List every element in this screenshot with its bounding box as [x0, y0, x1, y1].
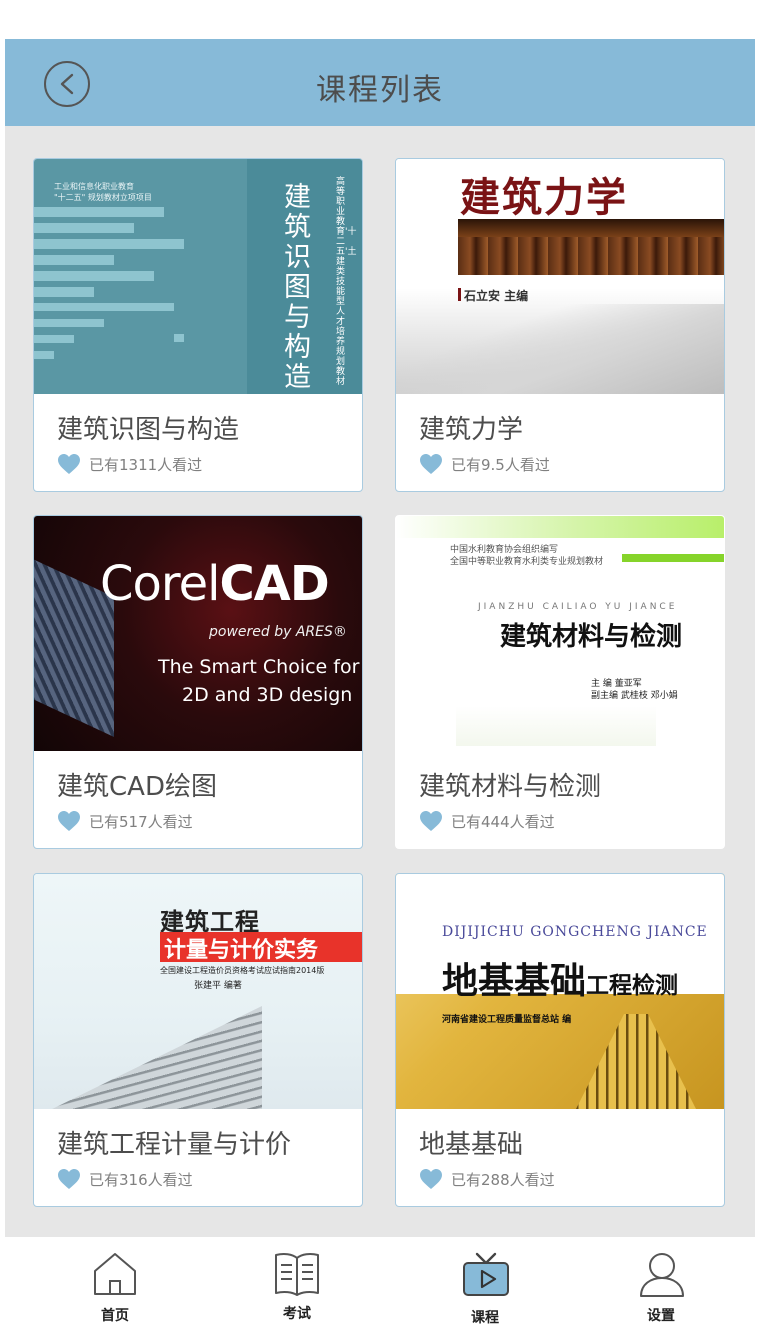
cover-photo — [458, 219, 724, 275]
book-cover-image: 中国水利教育协会组织编写 全国中等职业教育水利类专业规划教材 JIANZHU C… — [396, 516, 724, 751]
cover-title-2: 计量与计价实务 — [164, 938, 319, 963]
course-title: 建筑力学 — [419, 415, 524, 445]
tab-home-label: 首页 — [101, 1308, 129, 1324]
course-card[interactable]: 工业和信息化职业教育 "十二五" 规划教材立项项目 建筑识图与构造 高等职业教育'… — [33, 158, 363, 492]
heart-icon — [420, 1169, 442, 1189]
tab-settings[interactable]: 设置 — [601, 1237, 721, 1334]
course-title: 建筑识图与构造 — [57, 415, 240, 445]
app-frame: 课程列表 工业和信息化职业教育 "十二五" 规划教材立项项目 建筑识图与构造 高等… — [5, 0, 755, 1334]
tab-exam-label: 考试 — [283, 1306, 311, 1322]
cover-tagline: powered by ARES® — [209, 624, 347, 640]
course-title: 地基基础 — [419, 1130, 524, 1160]
tab-courses[interactable]: 课程 — [425, 1237, 545, 1334]
heart-icon — [58, 454, 80, 474]
view-count-text: 已有316人看过 — [89, 1170, 193, 1189]
course-card[interactable]: 建筑力学 石立安 主编 建筑力学 已有9.5人看过 — [395, 158, 725, 492]
cover-building — [396, 304, 724, 394]
view-count-text: 已有517人看过 — [89, 812, 193, 831]
view-count: 已有288人看过 — [419, 1166, 555, 1192]
tab-settings-label: 设置 — [647, 1308, 675, 1324]
cover-title: 建筑力学 — [460, 174, 628, 221]
tv-icon — [463, 1252, 509, 1296]
cover-gradient — [396, 516, 724, 538]
view-count: 已有9.5人看过 — [419, 451, 550, 477]
bottom-tab-bar: 首页 考试 课程 设置 — [5, 1237, 755, 1334]
heart-icon — [58, 1169, 80, 1189]
cover-author: 张建平 编著 — [194, 981, 242, 991]
view-count: 已有316人看过 — [57, 1166, 193, 1192]
cover-series: 高等职业教育'十二五'土建类技能型人才培养规划教材 — [336, 177, 357, 387]
book-cover-image: CorelCAD powered by ARES® The Smart Choi… — [34, 516, 362, 751]
header-bar: 课程列表 — [5, 39, 755, 126]
cover-building — [42, 1006, 262, 1109]
course-card[interactable]: 中国水利教育协会组织编写 全国中等职业教育水利类专业规划教材 JIANZHU C… — [395, 515, 725, 849]
course-card[interactable]: DIJIJICHU GONGCHENG JIANCE 地基基础工程检测 河南省建… — [395, 873, 725, 1207]
book-cover-image: 建筑工程 计量与计价实务 全国建设工程造价员资格考试应试指南2014版 张建平 … — [34, 874, 362, 1109]
book-cover-image: 建筑力学 石立安 主编 — [396, 159, 724, 394]
tab-courses-label: 课程 — [471, 1310, 499, 1326]
heart-icon — [420, 454, 442, 474]
heart-icon — [420, 811, 442, 831]
book-cover-image: 工业和信息化职业教育 "十二五" 规划教材立项项目 建筑识图与构造 高等职业教育'… — [34, 159, 362, 394]
page-title: 课程列表 — [316, 73, 444, 108]
cover-title: 建筑材料与检测 — [500, 622, 683, 652]
course-card[interactable]: 建筑工程 计量与计价实务 全国建设工程造价员资格考试应试指南2014版 张建平 … — [33, 873, 363, 1207]
cover-sub-editor: 副主编 武桂枝 邓小娟 — [591, 691, 678, 701]
cover-publisher: 工业和信息化职业教育 "十二五" 规划教材立项项目 — [54, 182, 152, 202]
cover-tower — [576, 1014, 696, 1109]
tab-exam[interactable]: 考试 — [237, 1237, 357, 1334]
cover-accent-bar — [622, 554, 724, 562]
course-title: 建筑CAD绘图 — [57, 772, 217, 802]
view-count: 已有1311人看过 — [57, 451, 202, 477]
cover-slogan-2: 2D and 3D design — [182, 684, 353, 706]
view-count-text: 已有1311人看过 — [89, 455, 203, 474]
user-icon — [640, 1253, 684, 1297]
book-cover-image: DIJIJICHU GONGCHENG JIANCE 地基基础工程检测 河南省建… — [396, 874, 724, 1109]
cover-fade — [456, 706, 656, 746]
status-bar — [5, 0, 755, 39]
heart-icon — [58, 811, 80, 831]
cover-series: 全国中等职业教育水利类专业规划教材 — [450, 557, 604, 567]
cover-logo: CorelCAD — [100, 556, 330, 612]
course-card[interactable]: CorelCAD powered by ARES® The Smart Choi… — [33, 515, 363, 849]
cover-pinyin: JIANZHU CAILIAO YU JIANCE — [478, 602, 678, 612]
cover-title: 地基基础工程检测 — [442, 961, 679, 1002]
view-count: 已有444人看过 — [419, 808, 555, 834]
cover-pinyin: DIJIJICHU GONGCHENG JIANCE — [442, 924, 708, 940]
cover-author: 石立安 主编 — [457, 288, 529, 303]
view-count-text: 已有9.5人看过 — [451, 455, 550, 474]
view-count: 已有517人看过 — [57, 808, 193, 834]
home-icon — [94, 1253, 136, 1295]
cover-subtitle: 全国建设工程造价员资格考试应试指南2014版 — [160, 966, 325, 975]
cover-title: 建筑识图与构造 — [284, 182, 311, 393]
course-title: 建筑工程计量与计价 — [57, 1130, 292, 1160]
course-title: 建筑材料与检测 — [419, 772, 602, 802]
cover-publisher: 河南省建设工程质量监督总站 编 — [442, 1015, 572, 1025]
book-icon — [275, 1253, 319, 1296]
view-count-text: 已有444人看过 — [451, 812, 555, 831]
cover-slogan-1: The Smart Choice for — [158, 656, 360, 678]
view-count-text: 已有288人看过 — [451, 1170, 555, 1189]
tab-home[interactable]: 首页 — [55, 1237, 175, 1334]
